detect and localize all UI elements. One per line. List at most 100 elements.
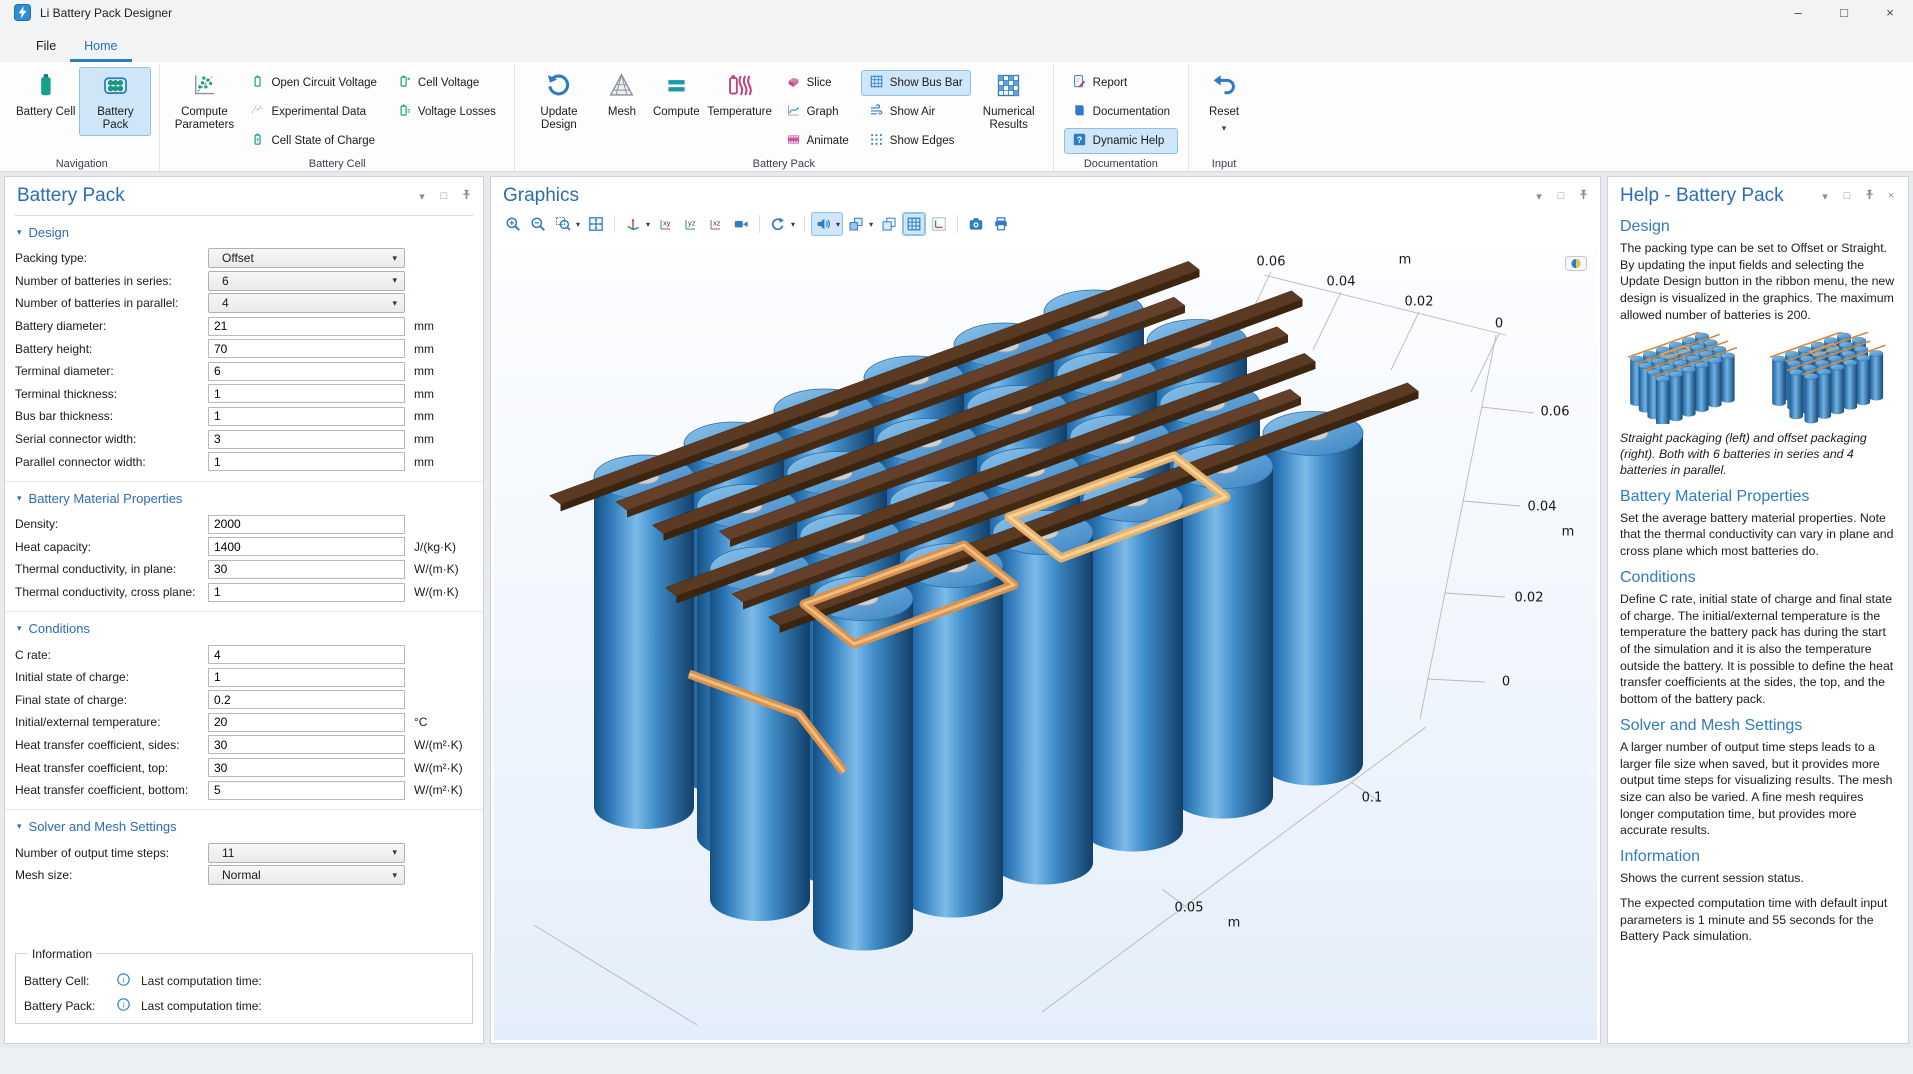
close-button[interactable]: × (1867, 0, 1913, 25)
select-number-of-batteries-in-parallel[interactable]: 4▾ (208, 293, 405, 313)
select-number-of-output-time-steps[interactable]: 11▾ (208, 843, 405, 863)
zoom-in-icon[interactable] (502, 213, 524, 235)
panel-close-icon[interactable]: × (1884, 190, 1898, 202)
default-view-icon[interactable] (622, 213, 644, 235)
input-heat-transfer-coefficient-sides[interactable] (208, 735, 405, 754)
input-parallel-connector-width[interactable] (208, 452, 405, 471)
ribbon-button-battery-pack[interactable]: Battery Pack (79, 67, 151, 136)
ribbon-button-voltage-losses[interactable]: Voltage Losses (389, 99, 504, 125)
ribbon-button-open-circuit-voltage[interactable]: Open Circuit Voltage (242, 70, 384, 96)
input-heat-transfer-coefficient-bottom[interactable] (208, 781, 405, 800)
print-icon[interactable] (990, 213, 1012, 235)
select-number-of-batteries-in-series[interactable]: 6▾ (208, 271, 405, 291)
panel-float-icon[interactable]: □ (1554, 190, 1568, 202)
speaker-icon[interactable] (812, 213, 834, 235)
field-row-heat-transfer-coefficient-bottom: Heat transfer coefficient, bottom:W/(m²·… (5, 779, 483, 802)
ribbon-button-mesh[interactable]: Mesh (595, 67, 649, 122)
panel-menu-chevron-icon[interactable]: ▾ (1818, 190, 1832, 203)
section-header-conditions[interactable]: ▾Conditions (17, 621, 471, 636)
input-battery-diameter[interactable] (208, 317, 405, 336)
chevron-down-icon: ▾ (17, 623, 22, 634)
ribbon-button-experimental-data[interactable]: Experimental Data (242, 99, 384, 125)
input-serial-connector-width[interactable] (208, 430, 405, 449)
panel-pin-icon[interactable] (1576, 189, 1590, 203)
field-label: Final state of charge: (15, 693, 208, 707)
input-c-rate[interactable] (208, 645, 405, 664)
section-header-solver-and-mesh-settings[interactable]: ▾Solver and Mesh Settings (17, 819, 471, 834)
select-packing-type[interactable]: Offset▾ (208, 248, 405, 268)
input-terminal-diameter[interactable] (208, 362, 405, 381)
select-mesh-size[interactable]: Normal▾ (208, 865, 405, 885)
info-icon[interactable]: i (116, 997, 131, 1015)
view-xz-icon[interactable]: xz (705, 213, 727, 235)
view-yz-icon[interactable]: yz (680, 213, 702, 235)
grid-icon[interactable] (903, 213, 925, 235)
ribbon-button-cell-state-of-charge[interactable]: Cell State of Charge (242, 128, 384, 154)
input-density[interactable] (208, 515, 405, 534)
ribbon-button-show-edges[interactable]: Show Edges (861, 128, 971, 154)
zoom-out-icon[interactable] (527, 213, 549, 235)
zoom-box-icon[interactable] (552, 213, 574, 235)
input-final-state-of-charge[interactable] (208, 690, 405, 709)
ribbon-button-compute-parameters[interactable]: Compute Parameters (168, 67, 240, 136)
ribbon-button-animate[interactable]: Animate (778, 128, 857, 154)
section-header-design[interactable]: ▾Design (17, 225, 471, 240)
section-header-battery-material-properties[interactable]: ▾Battery Material Properties (17, 491, 471, 506)
ribbon-button-report[interactable]: Report (1064, 70, 1178, 96)
input-initial-state-of-charge[interactable] (208, 668, 405, 687)
ribbon-button-slice[interactable]: Slice (778, 70, 857, 96)
panel-float-icon[interactable]: □ (1840, 190, 1854, 202)
comsol-context-icon[interactable] (1565, 256, 1587, 276)
ribbon-button-graph[interactable]: Graph (778, 99, 857, 125)
ribbon-button-numerical-results[interactable]: Numerical Results (973, 67, 1045, 136)
panel-menu-chevron-icon[interactable]: ▾ (1532, 190, 1546, 203)
zoom-extents-icon[interactable] (585, 213, 607, 235)
maximize-button[interactable]: □ (1821, 0, 1867, 25)
scene-icon[interactable] (845, 213, 867, 235)
ribbon-button-update-design[interactable]: Update Design (523, 67, 595, 136)
input-thermal-conductivity-cross-plane[interactable] (208, 583, 405, 602)
ribbon-button-show-bus-bar[interactable]: Show Bus Bar (861, 70, 971, 96)
input-heat-capacity[interactable] (208, 537, 405, 556)
panel-menu-chevron-icon[interactable]: ▾ (415, 190, 429, 203)
input-bus-bar-thickness[interactable] (208, 407, 405, 426)
input-thermal-conductivity-in-plane[interactable] (208, 560, 405, 579)
input-battery-height[interactable] (208, 339, 405, 358)
ribbon-button-temperature[interactable]: Temperature (704, 67, 776, 122)
panel-pin-icon[interactable] (459, 189, 473, 203)
minimize-button[interactable]: – (1775, 0, 1821, 25)
ribbon-button-show-air[interactable]: Show Air (861, 99, 971, 125)
chevron-down-icon[interactable]: ▾ (789, 220, 797, 229)
menu-tab-home[interactable]: Home (70, 31, 131, 62)
chevron-down-icon[interactable]: ▾ (834, 220, 842, 229)
panel-pin-icon[interactable] (1862, 189, 1876, 203)
info-icon[interactable]: i (116, 972, 131, 990)
input-terminal-thickness[interactable] (208, 384, 405, 403)
chevron-down-icon[interactable]: ▾ (867, 220, 875, 229)
panel-float-icon[interactable]: □ (437, 190, 451, 202)
perspective-icon[interactable] (730, 213, 752, 235)
chevron-down-icon[interactable]: ▾ (1222, 123, 1227, 133)
information-group: InformationBattery Cell:iLast computatio… (15, 947, 473, 1024)
axis-tick-label: 0.02 (1515, 591, 1544, 606)
ribbon-button-cell-voltage[interactable]: Cell Voltage (389, 70, 504, 96)
menu-tab-file[interactable]: File (22, 31, 70, 62)
ribbon-button-documentation[interactable]: Documentation (1064, 99, 1178, 125)
input-initial-external-temperature[interactable] (208, 713, 405, 732)
graphics-canvas[interactable]: 0.060.040.020m0.060.04m0.0200.10.05m (494, 249, 1597, 1040)
rotate-icon[interactable] (767, 213, 789, 235)
ribbon-button-reset[interactable]: Reset▾ (1197, 67, 1251, 137)
field-unit: J/(kg·K) (414, 540, 456, 554)
transparency-icon[interactable] (878, 213, 900, 235)
ribbon-button-battery-cell[interactable]: Battery Cell (12, 67, 79, 122)
chevron-down-icon[interactable]: ▾ (644, 220, 652, 229)
chevron-down-icon[interactable]: ▾ (574, 220, 582, 229)
snapshot-icon[interactable] (965, 213, 987, 235)
input-heat-transfer-coefficient-top[interactable] (208, 758, 405, 777)
ribbon-button-compute[interactable]: Compute (649, 67, 704, 122)
axis-box-icon[interactable] (928, 213, 950, 235)
view-xy-icon[interactable]: xy (655, 213, 677, 235)
ribbon-button-dynamic-help[interactable]: ?Dynamic Help (1064, 128, 1178, 154)
chevron-down-icon: ▾ (17, 227, 22, 238)
ribbon-column: Report Documentation ?Dynamic Help (1064, 67, 1178, 154)
